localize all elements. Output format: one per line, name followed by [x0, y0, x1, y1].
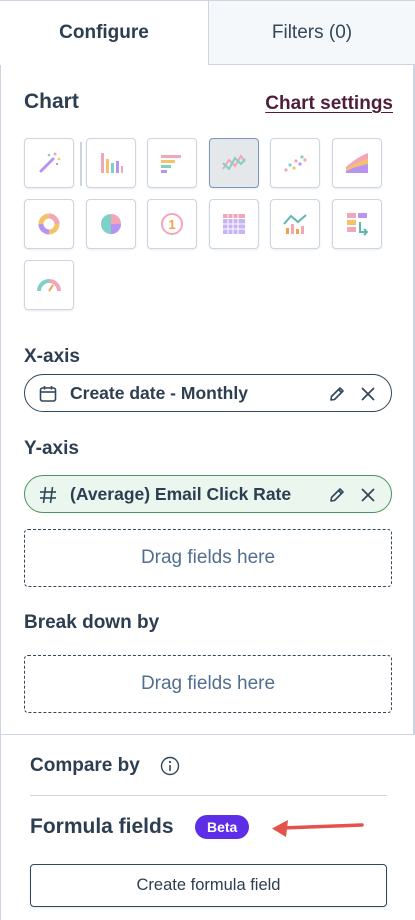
annotation-arrow-icon	[272, 820, 364, 837]
panel-left-border	[0, 0, 1, 920]
area-chart-icon	[346, 153, 368, 173]
y-axis-field-name: (Average) Email Click Rate	[70, 483, 292, 504]
pencil-icon[interactable]	[327, 384, 347, 404]
chart-section-title: Chart	[24, 90, 79, 113]
chart-type-summary-button[interactable]	[332, 199, 382, 249]
section-divider	[0, 734, 415, 735]
compare-by-label: Compare by	[30, 755, 140, 776]
y-axis-field-pill[interactable]: (Average) Email Click Rate	[24, 475, 392, 513]
tab-bar: Configure Filters (0)	[0, 0, 415, 65]
bar-chart-icon	[101, 153, 123, 173]
pivot-table-icon	[223, 214, 245, 234]
tab-filters[interactable]: Filters (0)	[208, 0, 415, 65]
create-formula-field-button[interactable]: Create formula field	[30, 864, 387, 907]
close-icon[interactable]	[359, 486, 377, 504]
pie-chart-icon	[101, 214, 121, 234]
chart-type-pie-button[interactable]	[86, 199, 136, 249]
chart-type-area-button[interactable]	[332, 138, 382, 188]
info-icon[interactable]	[160, 756, 180, 776]
formula-fields-title: Formula fields	[30, 815, 174, 838]
beta-badge: Beta	[195, 815, 250, 839]
magic-wand-icon	[39, 152, 61, 173]
combo-chart-icon	[283, 214, 307, 234]
line-chart-icon	[222, 154, 246, 171]
x-axis-label: X-axis	[24, 346, 80, 367]
close-icon[interactable]	[359, 385, 377, 403]
chart-type-gauge-button[interactable]	[24, 260, 74, 310]
x-axis-field-name: Create date - Monthly	[70, 382, 248, 403]
chart-type-magic-button[interactable]	[24, 138, 74, 188]
single-value-icon: 1	[161, 213, 183, 235]
chart-type-bar-button[interactable]	[86, 138, 136, 188]
compare-divider	[30, 795, 387, 796]
y-axis-dropzone[interactable]: Drag fields here	[24, 529, 392, 587]
chart-type-single-value-button[interactable]: 1	[147, 199, 197, 249]
chart-type-horizontal-bar-button[interactable]	[147, 138, 197, 188]
breakdown-dropzone[interactable]: Drag fields here	[24, 655, 392, 713]
pencil-icon[interactable]	[327, 485, 347, 505]
y-axis-label: Y-axis	[24, 438, 79, 459]
donut-chart-icon	[38, 213, 60, 235]
chart-type-line-button[interactable]	[209, 138, 259, 188]
scatter-chart-icon	[284, 155, 307, 172]
breakdown-label: Break down by	[24, 612, 160, 633]
chart-type-scatter-button[interactable]	[270, 138, 320, 188]
gauge-chart-icon	[37, 279, 61, 292]
x-axis-field-pill[interactable]: Create date - Monthly	[24, 374, 392, 412]
hash-icon	[40, 486, 56, 504]
summary-table-icon	[347, 213, 369, 236]
chart-type-combo-button[interactable]	[270, 199, 320, 249]
svg-text:1: 1	[168, 217, 175, 232]
horizontal-bar-chart-icon	[161, 155, 181, 173]
chart-settings-link[interactable]: Chart settings	[265, 93, 393, 115]
tab-configure[interactable]: Configure	[0, 0, 208, 65]
calendar-icon	[39, 386, 57, 402]
chart-type-pivot-table-button[interactable]	[209, 199, 259, 249]
chart-type-donut-button[interactable]	[24, 199, 74, 249]
chart-type-divider	[80, 142, 82, 186]
